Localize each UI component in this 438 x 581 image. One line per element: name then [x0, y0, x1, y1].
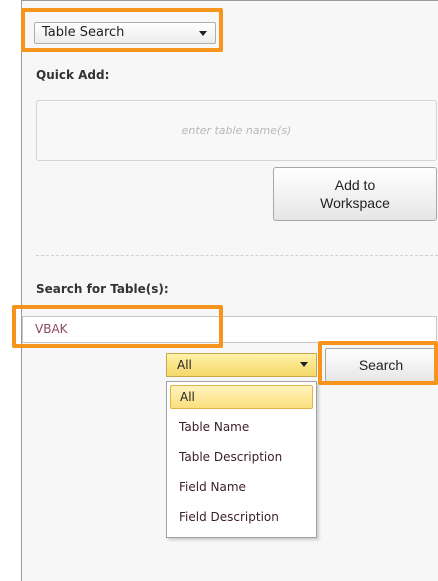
- search-input[interactable]: VBAK: [22, 316, 437, 343]
- dropdown-option-table-description[interactable]: Table Description: [170, 442, 313, 472]
- search-button-label: Search: [358, 357, 404, 373]
- dropdown-option-field-description[interactable]: Field Description: [170, 502, 313, 532]
- search-filter-value: All: [177, 358, 192, 372]
- chevron-down-icon: [300, 362, 308, 367]
- search-filter-dropdown: All Table Name Table Description Field N…: [166, 381, 317, 538]
- search-mode-select[interactable]: Table Search: [34, 22, 216, 44]
- add-to-workspace-button[interactable]: Add to Workspace: [273, 167, 437, 221]
- dropdown-option-table-name[interactable]: Table Name: [170, 412, 313, 442]
- search-filter-select[interactable]: All: [166, 353, 317, 377]
- search-input-value: VBAK: [35, 322, 68, 336]
- search-tables-label: Search for Table(s):: [36, 282, 169, 296]
- chevron-down-icon: [199, 31, 207, 36]
- dropdown-option-field-name[interactable]: Field Name: [170, 472, 313, 502]
- quick-add-input[interactable]: enter table name(s): [36, 100, 437, 161]
- quick-add-label: Quick Add:: [36, 68, 110, 82]
- section-divider: [36, 255, 438, 256]
- search-mode-value: Table Search: [42, 25, 125, 40]
- add-to-workspace-label: Add to Workspace: [320, 177, 390, 211]
- search-button[interactable]: Search: [325, 348, 437, 382]
- quick-add-placeholder: enter table name(s): [181, 124, 292, 137]
- dropdown-option-all[interactable]: All: [170, 385, 313, 409]
